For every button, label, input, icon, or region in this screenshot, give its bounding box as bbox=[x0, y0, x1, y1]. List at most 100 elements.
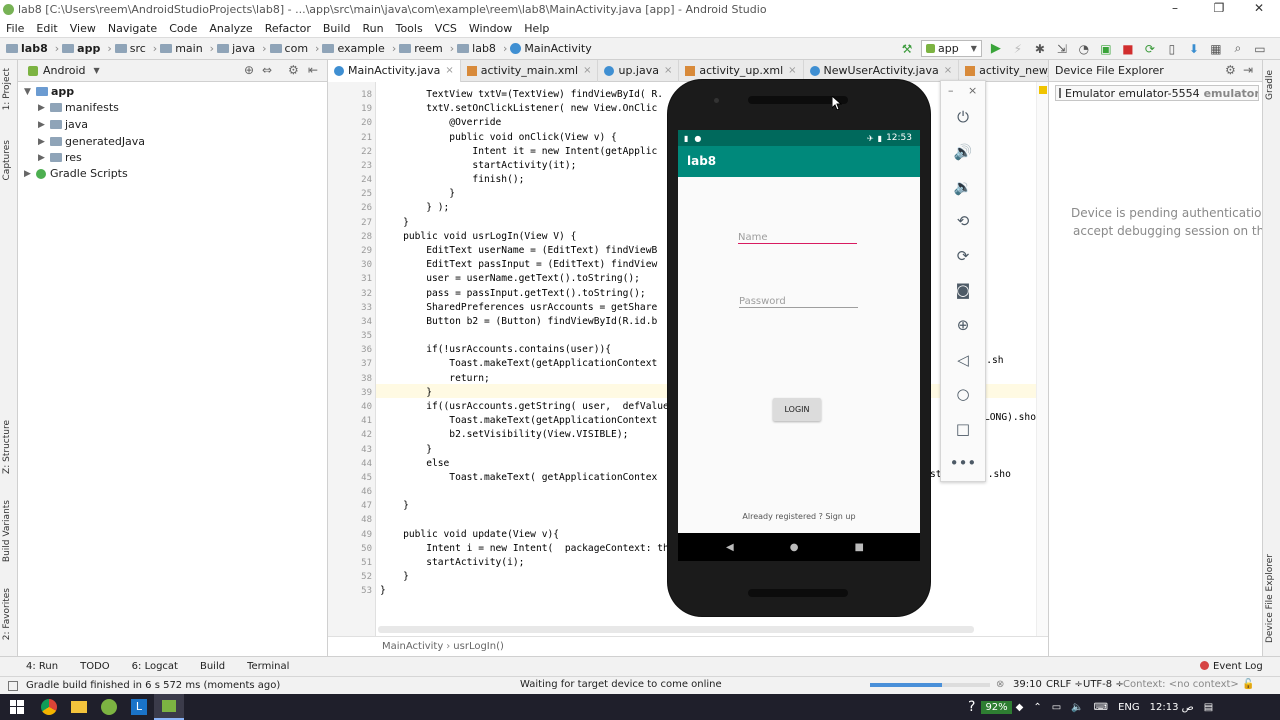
name-input[interactable]: Name bbox=[738, 230, 857, 244]
code-line[interactable]: SharedPreferences usrAccounts = getShare bbox=[380, 302, 657, 313]
code-line[interactable]: else bbox=[380, 458, 449, 469]
line-number[interactable]: 25 bbox=[328, 189, 372, 199]
project-view-select[interactable]: Android bbox=[43, 64, 86, 77]
breadcrumb-lab8[interactable]: lab8 bbox=[6, 42, 48, 55]
chevron-right-icon[interactable]: ▶ bbox=[38, 103, 50, 113]
cancel-task-icon[interactable]: ⊗ bbox=[996, 679, 1004, 690]
context-indicator[interactable]: Context: <no context> bbox=[1123, 679, 1239, 690]
code-line[interactable]: } bbox=[380, 500, 409, 511]
back-icon[interactable]: ◀ bbox=[726, 542, 734, 553]
line-number[interactable]: 24 bbox=[328, 175, 372, 185]
attach-debugger-icon[interactable]: ⇲ bbox=[1054, 41, 1070, 57]
line-number[interactable]: 52 bbox=[328, 572, 372, 582]
line-number[interactable]: 34 bbox=[328, 317, 372, 327]
line-number[interactable]: 50 bbox=[328, 544, 372, 554]
zoom-icon[interactable]: ⊕ bbox=[952, 314, 974, 336]
tab-activity-up-xml[interactable]: activity_up.xml × bbox=[679, 59, 804, 82]
close-tab-icon[interactable]: × bbox=[788, 65, 796, 76]
rotate-left-icon[interactable]: ⟲ bbox=[952, 210, 974, 232]
close-tab-icon[interactable]: × bbox=[445, 65, 453, 76]
line-gutter[interactable]: 18 19 20 21 22 23 24 25 26 27 28 29 30 31 32 33 34 35 36 37… bbox=[328, 82, 376, 636]
emulator-taskbar-icon[interactable] bbox=[154, 694, 184, 720]
volume-icon[interactable]: 🔈 bbox=[1071, 702, 1083, 713]
menu-tools[interactable]: Tools bbox=[390, 20, 429, 38]
tab-mainactivity-java[interactable]: MainActivity.java × bbox=[328, 59, 461, 82]
code-line[interactable]: startActivity(i); bbox=[380, 557, 524, 568]
sync-icon[interactable]: ⟳ bbox=[1142, 41, 1158, 57]
tool-structure[interactable]: Z: Structure bbox=[2, 420, 12, 474]
input-language[interactable]: ENG bbox=[1118, 702, 1140, 713]
chevron-right-icon[interactable]: ▶ bbox=[38, 153, 50, 163]
minimize-button[interactable]: – bbox=[1160, 1, 1190, 15]
line-number[interactable]: 18 bbox=[328, 90, 372, 100]
code-line[interactable]: startActivity(it); bbox=[380, 160, 576, 171]
input-icon[interactable]: ⌨ bbox=[1094, 702, 1108, 713]
tree-item-generatedjava[interactable]: ▶ generatedJava bbox=[38, 135, 145, 148]
line-number[interactable]: 28 bbox=[328, 232, 372, 242]
tool-captures[interactable]: Captures bbox=[2, 140, 12, 180]
menu-code[interactable]: Code bbox=[163, 20, 203, 38]
breadcrumb-com[interactable]: com bbox=[269, 42, 308, 55]
chevron-down-icon[interactable]: ▼ bbox=[24, 87, 36, 97]
tree-item-res[interactable]: ▶ res bbox=[38, 151, 82, 164]
line-number[interactable]: 27 bbox=[328, 218, 372, 228]
tool-terminal[interactable]: Terminal bbox=[247, 661, 289, 672]
lock-icon[interactable]: 🔓 bbox=[1242, 679, 1254, 690]
background-task[interactable]: Waiting for target device to come online bbox=[520, 679, 722, 690]
breadcrumb-src[interactable]: src bbox=[114, 42, 146, 55]
minimize-emulator-icon[interactable]: – bbox=[948, 84, 954, 97]
tray-app-icon[interactable]: ◆ bbox=[1016, 702, 1024, 713]
code-line[interactable]: public void usrLogIn(View V) { bbox=[380, 231, 576, 242]
line-number[interactable]: 48 bbox=[328, 515, 372, 525]
volume-down-icon[interactable]: 🔉 bbox=[952, 176, 974, 198]
phone-screen[interactable]: ▮ ● ✈ ▮ 12:53 lab8 Name Password LOGIN A… bbox=[678, 130, 920, 561]
code-line[interactable]: pass = passInput.getText().toString(); bbox=[380, 288, 646, 299]
chrome-icon[interactable] bbox=[34, 694, 64, 720]
caret-position[interactable]: 39:10 bbox=[1013, 679, 1042, 690]
error-stripe[interactable] bbox=[1036, 82, 1048, 636]
close-tab-icon[interactable]: × bbox=[944, 65, 952, 76]
code-line[interactable]: TextView txtV=(TextView) findViewById( R… bbox=[380, 89, 663, 100]
tree-item-java[interactable]: ▶ java bbox=[38, 118, 88, 131]
line-number[interactable]: 42 bbox=[328, 430, 372, 440]
code-line[interactable]: } bbox=[380, 444, 432, 455]
code-line[interactable]: } bbox=[380, 585, 386, 596]
code-line[interactable]: Intent it = new Intent(getApplic bbox=[380, 146, 657, 157]
home-icon[interactable]: ● bbox=[790, 542, 799, 553]
line-number[interactable]: 46 bbox=[328, 487, 372, 497]
line-number[interactable]: 53 bbox=[328, 586, 372, 596]
menu-run[interactable]: Run bbox=[357, 20, 390, 38]
notifications-icon[interactable]: ▤ bbox=[1204, 702, 1213, 713]
tree-item-manifests[interactable]: ▶ manifests bbox=[38, 101, 119, 114]
project-structure-icon[interactable]: ▦ bbox=[1208, 41, 1224, 57]
hammer-icon[interactable]: ⚒ bbox=[899, 41, 915, 57]
line-number[interactable]: 30 bbox=[328, 260, 372, 270]
tab-activity-main-xml[interactable]: activity_main.xml × bbox=[461, 59, 599, 82]
tool-logcat[interactable]: 6: Logcat bbox=[132, 661, 178, 672]
file-encoding[interactable]: UTF-8 ÷ bbox=[1083, 679, 1124, 690]
gear-icon[interactable]: ⚙ bbox=[288, 63, 299, 77]
code-line[interactable]: } bbox=[380, 188, 455, 199]
code-line[interactable]: } bbox=[380, 571, 409, 582]
stop-icon[interactable]: ■ bbox=[1120, 41, 1136, 57]
line-number[interactable]: 45 bbox=[328, 473, 372, 483]
breadcrumb-reem[interactable]: reem bbox=[399, 42, 443, 55]
signup-link[interactable]: Already registered ? Sign up bbox=[678, 512, 920, 521]
recents-icon[interactable]: ■ bbox=[854, 542, 863, 553]
run-icon[interactable]: ▶ bbox=[988, 41, 1004, 57]
line-separator[interactable]: CRLF ÷ bbox=[1046, 679, 1083, 690]
tool-device-file-explorer[interactable]: Device File Explorer bbox=[1265, 554, 1275, 643]
tool-favorites[interactable]: 2: Favorites bbox=[2, 588, 12, 640]
line-number[interactable]: 20 bbox=[328, 118, 372, 128]
tool-project[interactable]: 1: Project bbox=[2, 68, 12, 110]
restore-button[interactable]: ❐ bbox=[1204, 1, 1234, 15]
avd-manager-icon[interactable]: ▯ bbox=[1164, 41, 1180, 57]
apply-changes-icon[interactable]: ⚡ bbox=[1010, 41, 1026, 57]
gear-icon[interactable]: ⚙ bbox=[1225, 63, 1236, 77]
line-number[interactable]: 39 bbox=[328, 388, 372, 398]
line-number[interactable]: 36 bbox=[328, 345, 372, 355]
android-studio-taskbar-icon[interactable] bbox=[94, 694, 124, 720]
code-line[interactable]: if(!usrAccounts.contains(user)){ bbox=[380, 344, 611, 355]
tool-build[interactable]: Build bbox=[200, 661, 225, 672]
menu-edit[interactable]: Edit bbox=[30, 20, 63, 38]
